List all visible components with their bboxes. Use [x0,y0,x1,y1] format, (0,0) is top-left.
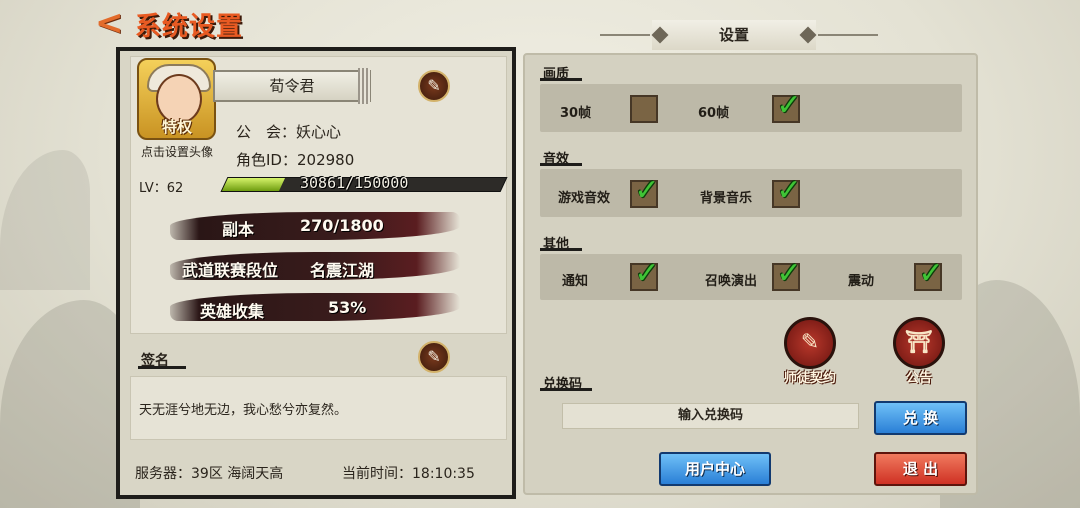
exp-bar-fill [221,178,286,191]
role-id-row: 角色ID：202980 [236,149,354,170]
stat-value-league: 名震江湖 [310,261,375,280]
check-icon: ✓ [776,88,802,123]
guild-label: 公 会： [236,123,297,141]
mentor-contract-label: 师徒契约 [783,371,836,386]
stat-value-heroes: 53% [328,298,367,317]
notice-icon: ⛩ [905,330,933,355]
logout-button[interactable]: 退 出 [874,452,967,486]
signature-text: 天无涯兮地无边，我心愁兮亦复然。 [139,403,348,418]
section-underline [540,78,582,81]
option-label-summon-animation: 召唤演出 [705,274,758,289]
edit-name-button[interactable]: ✎ [418,70,450,102]
section-underline [540,388,592,391]
option-label-vibration: 震动 [848,274,875,289]
user-center-button[interactable]: 用户中心 [659,452,771,486]
option-label-notification: 通知 [562,274,589,289]
stat-label-dungeon: 副本 [222,220,255,239]
exp-text: 30861/150000 [300,174,409,192]
mentor-contract-icon: ✎ [800,330,820,355]
avatar-caption[interactable]: 点击设置头像 [131,143,223,160]
checkbox-vibration[interactable]: ✓ [914,257,944,291]
checkbox-notification[interactable]: ✓ [630,257,660,291]
notice-button[interactable]: ⛩ [893,317,945,369]
check-icon: ✓ [634,173,660,208]
check-icon [632,89,662,123]
check-icon: ✓ [634,256,660,291]
redeem-button[interactable]: 兑 换 [874,401,967,435]
checkbox-30fps[interactable] [630,95,658,123]
brush-icon: ✎ [427,76,441,95]
role-id-value: 202980 [296,151,355,169]
avatar[interactable]: 特权 [137,58,216,140]
checkbox-60fps[interactable]: ✓ [772,89,802,123]
stat-label-heroes: 英雄收集 [200,302,265,321]
page-title: 系统设置 [135,12,244,42]
back-arrow-icon[interactable]: < [95,6,129,40]
check-icon: ✓ [776,256,802,291]
option-label-60fps: 60帧 [698,106,730,121]
check-icon: ✓ [776,173,802,208]
title-bar: < 系统设置 [95,4,255,44]
option-label-bg-music: 背景音乐 [700,191,753,206]
section-underline [540,248,582,251]
option-label-game-sound: 游戏音效 [558,191,611,206]
server-info: 服务器：39区 海阔天高 [135,466,284,482]
graphics-row [540,84,962,132]
mentor-contract-button[interactable]: ✎ [784,317,836,369]
notice-label: 公告 [905,371,932,386]
option-label-30fps: 30帧 [560,106,592,121]
checkbox-bg-music[interactable]: ✓ [772,174,802,208]
settings-tab-header: 设置 [652,20,816,50]
check-icon: ✓ [918,256,944,291]
brush-icon: ✎ [427,347,441,366]
checkbox-game-sound[interactable]: ✓ [630,174,660,208]
role-id-label: 角色ID： [236,151,297,169]
privilege-badge: 特权 [161,118,192,136]
settings-header-line-right [818,34,878,36]
section-underline [540,163,582,166]
stat-label-league: 武道联赛段位 [182,261,279,280]
checkbox-summon-animation[interactable]: ✓ [772,257,802,291]
guild-row: 公 会：妖心心 [236,121,341,142]
name-box-end-decoration [358,68,370,104]
guild-value: 妖心心 [296,123,342,141]
settings-header-line-left [600,34,650,36]
player-name: 荀令君 [213,70,371,102]
stat-value-dungeon: 270/1800 [300,216,384,235]
level-label: LV：62 [139,181,184,196]
redeem-code-input[interactable]: 输入兑换码 [562,403,859,429]
signature-label-underline [138,366,186,369]
current-time: 当前时间：18:10:35 [342,466,475,482]
edit-signature-button[interactable]: ✎ [418,341,450,373]
